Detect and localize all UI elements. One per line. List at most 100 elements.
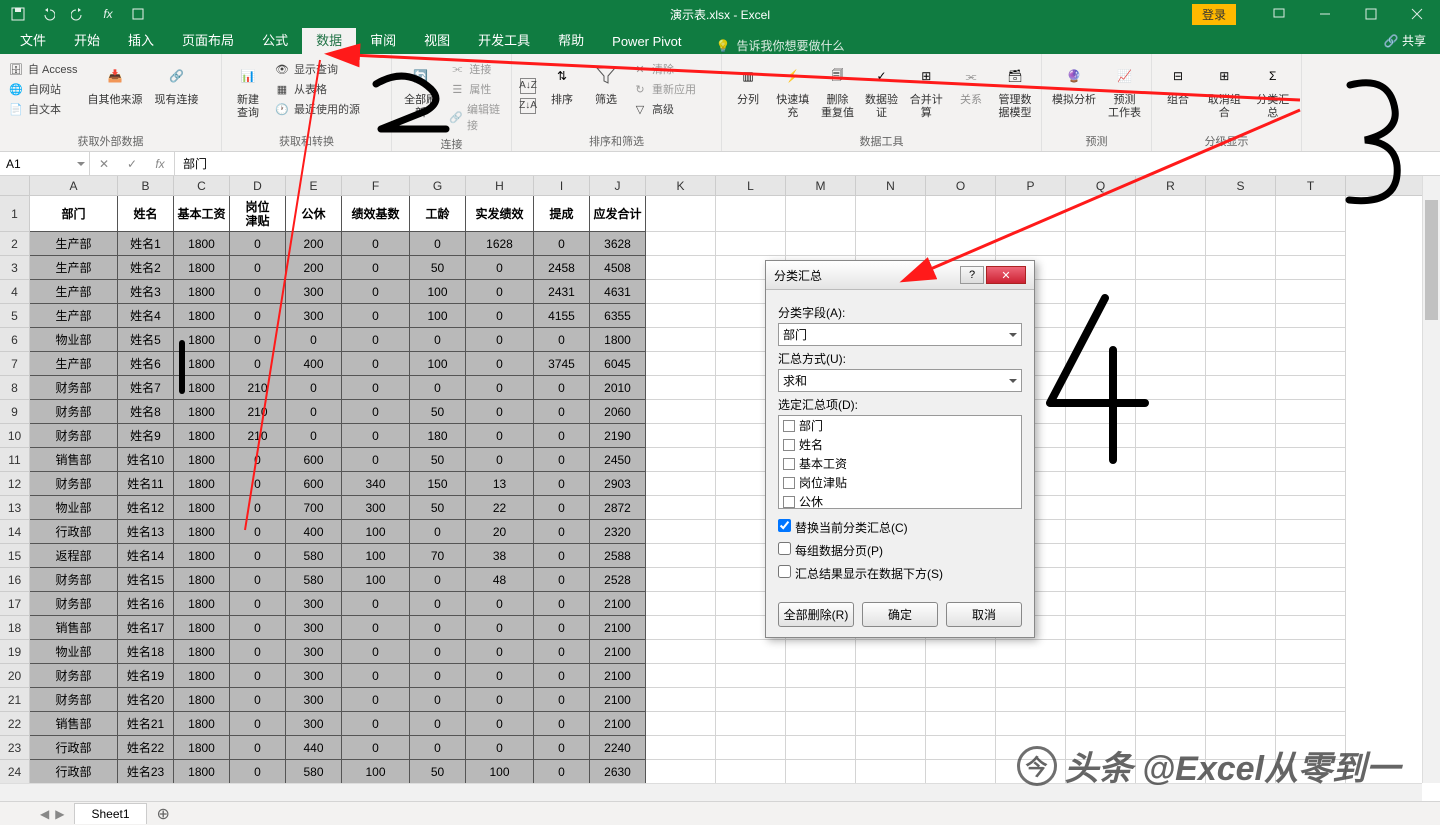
col-header[interactable]: O [926, 176, 996, 195]
row-header[interactable]: 17 [0, 592, 29, 616]
cell[interactable]: 300 [286, 592, 342, 616]
cell[interactable] [1206, 688, 1276, 712]
cell[interactable]: 0 [342, 352, 410, 376]
cell[interactable]: 0 [342, 712, 410, 736]
cell[interactable]: 300 [342, 496, 410, 520]
column-headers[interactable]: ABCDEFGHIJKLMNOPQRST [30, 176, 1422, 196]
cell[interactable]: 财务部 [30, 688, 118, 712]
cell[interactable]: 600 [286, 448, 342, 472]
ok-button[interactable]: 确定 [862, 602, 938, 627]
tab-数据[interactable]: 数据 [302, 25, 356, 54]
cell[interactable] [926, 736, 996, 760]
cell[interactable]: 姓名8 [118, 400, 174, 424]
undo-icon[interactable] [40, 6, 56, 22]
cell[interactable]: 300 [286, 304, 342, 328]
cell[interactable] [1136, 616, 1206, 640]
cell[interactable] [1066, 280, 1136, 304]
cell[interactable] [1066, 376, 1136, 400]
tab-插入[interactable]: 插入 [114, 25, 168, 54]
cell[interactable]: 0 [534, 664, 590, 688]
cell[interactable]: 0 [534, 712, 590, 736]
prev-sheet-icon[interactable]: ◀ [40, 807, 49, 821]
cell[interactable] [1066, 544, 1136, 568]
refresh-all-button[interactable]: 🔄全部刷新 [398, 58, 443, 134]
cell[interactable]: 0 [230, 592, 286, 616]
cell[interactable] [1066, 352, 1136, 376]
group-button[interactable]: ⊟组合 [1158, 58, 1198, 131]
col-header[interactable]: R [1136, 176, 1206, 195]
cell[interactable]: 0 [410, 640, 466, 664]
row-header[interactable]: 9 [0, 400, 29, 424]
cell[interactable]: 物业部 [30, 640, 118, 664]
row-header[interactable]: 11 [0, 448, 29, 472]
cell[interactable]: 0 [410, 688, 466, 712]
whatif-button[interactable]: 🔮模拟分析 [1048, 58, 1100, 131]
cell[interactable]: 0 [410, 376, 466, 400]
cell[interactable]: 财务部 [30, 424, 118, 448]
cell[interactable]: 姓名15 [118, 568, 174, 592]
cell[interactable] [716, 736, 786, 760]
field-select[interactable]: 部门 [778, 323, 1022, 346]
cell[interactable]: 姓名19 [118, 664, 174, 688]
cell[interactable]: 姓名4 [118, 304, 174, 328]
cell[interactable] [1136, 568, 1206, 592]
cell[interactable]: 行政部 [30, 736, 118, 760]
cell[interactable] [1066, 496, 1136, 520]
cell[interactable] [646, 760, 716, 783]
cell[interactable] [1066, 664, 1136, 688]
cell[interactable]: 0 [230, 760, 286, 783]
col-header[interactable]: N [856, 176, 926, 195]
cell[interactable] [1206, 376, 1276, 400]
cell[interactable]: 0 [534, 688, 590, 712]
cell[interactable] [716, 640, 786, 664]
cell[interactable]: 2320 [590, 520, 646, 544]
cell[interactable]: 300 [286, 664, 342, 688]
cell[interactable] [926, 640, 996, 664]
cell[interactable]: 100 [342, 544, 410, 568]
col-header[interactable]: D [230, 176, 286, 195]
cell[interactable]: 0 [466, 424, 534, 448]
minimize-icon[interactable] [1302, 0, 1348, 28]
connections-button[interactable]: ⫘连接 [447, 60, 505, 78]
cell[interactable]: 工龄 [410, 196, 466, 232]
cell[interactable]: 13 [466, 472, 534, 496]
cell[interactable] [926, 196, 996, 232]
cell[interactable]: 0 [534, 472, 590, 496]
cell[interactable]: 1800 [174, 544, 230, 568]
cell[interactable]: 1800 [174, 424, 230, 448]
cell[interactable] [1276, 496, 1346, 520]
cell[interactable]: 4508 [590, 256, 646, 280]
cell[interactable] [1136, 592, 1206, 616]
cell[interactable]: 0 [230, 328, 286, 352]
cell[interactable]: 4631 [590, 280, 646, 304]
flash-fill-button[interactable]: ⚡快速填充 [772, 58, 814, 131]
row-header[interactable]: 12 [0, 472, 29, 496]
cell[interactable]: 销售部 [30, 712, 118, 736]
cell[interactable]: 48 [466, 568, 534, 592]
subtotal-button[interactable]: Σ分类汇总 [1251, 58, 1296, 131]
cell[interactable]: 400 [286, 520, 342, 544]
cell[interactable] [1276, 280, 1346, 304]
cell[interactable]: 姓名1 [118, 232, 174, 256]
cell[interactable]: 0 [230, 544, 286, 568]
sheet-tab[interactable]: Sheet1 [74, 803, 146, 824]
cell[interactable]: 0 [466, 256, 534, 280]
cell[interactable] [996, 688, 1066, 712]
cell[interactable]: 200 [286, 256, 342, 280]
row-header[interactable]: 14 [0, 520, 29, 544]
cell[interactable]: 姓名2 [118, 256, 174, 280]
cell[interactable]: 700 [286, 496, 342, 520]
row-header[interactable]: 20 [0, 664, 29, 688]
cell[interactable] [646, 640, 716, 664]
cell[interactable] [1206, 232, 1276, 256]
cell[interactable] [786, 232, 856, 256]
col-header[interactable]: L [716, 176, 786, 195]
cell[interactable] [1276, 304, 1346, 328]
cell[interactable]: 0 [342, 304, 410, 328]
cell[interactable]: 销售部 [30, 616, 118, 640]
cell[interactable] [1066, 256, 1136, 280]
cell[interactable]: 1800 [174, 712, 230, 736]
cell[interactable]: 姓名5 [118, 328, 174, 352]
cell[interactable] [1206, 664, 1276, 688]
cell[interactable] [856, 196, 926, 232]
